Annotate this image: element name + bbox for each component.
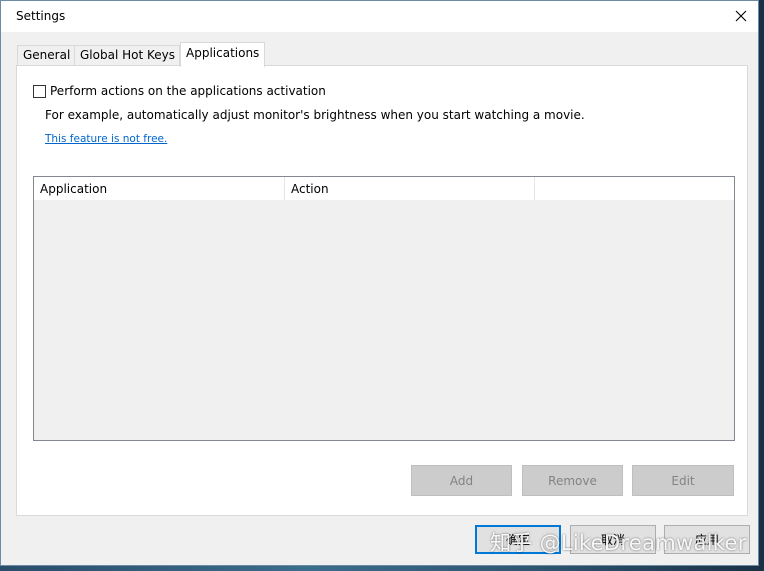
edit-button[interactable]: Edit bbox=[632, 465, 734, 496]
activation-checkbox-label[interactable]: Perform actions on the applications acti… bbox=[50, 84, 326, 98]
applications-list[interactable]: Application Action bbox=[33, 176, 735, 441]
column-empty[interactable] bbox=[535, 177, 734, 201]
add-button[interactable]: Add bbox=[411, 465, 512, 496]
cancel-button[interactable]: 取消 bbox=[570, 525, 656, 554]
example-text: For example, automatically adjust monito… bbox=[45, 108, 585, 122]
activation-checkbox-row[interactable]: Perform actions on the applications acti… bbox=[33, 83, 326, 99]
activation-checkbox[interactable] bbox=[33, 84, 46, 98]
feature-not-free-link[interactable]: This feature is not free. bbox=[45, 133, 167, 145]
settings-window: Settings General Global Hot Keys Applica… bbox=[0, 0, 759, 566]
column-application[interactable]: Application bbox=[34, 177, 285, 201]
list-header: Application Action bbox=[34, 177, 734, 201]
tab-applications[interactable]: Applications bbox=[180, 42, 265, 67]
tab-global-hot-keys[interactable]: Global Hot Keys bbox=[74, 45, 180, 66]
column-action[interactable]: Action bbox=[285, 177, 535, 201]
apply-button[interactable]: 应用 bbox=[664, 525, 750, 554]
close-button[interactable] bbox=[724, 1, 758, 31]
window-title: Settings bbox=[16, 9, 66, 23]
remove-button[interactable]: Remove bbox=[522, 465, 623, 496]
tab-general[interactable]: General bbox=[17, 45, 75, 66]
close-icon bbox=[735, 10, 747, 22]
title-bar: Settings bbox=[1, 1, 758, 32]
applications-panel: Perform actions on the applications acti… bbox=[16, 65, 748, 516]
ok-button[interactable]: 确定 bbox=[475, 525, 561, 554]
